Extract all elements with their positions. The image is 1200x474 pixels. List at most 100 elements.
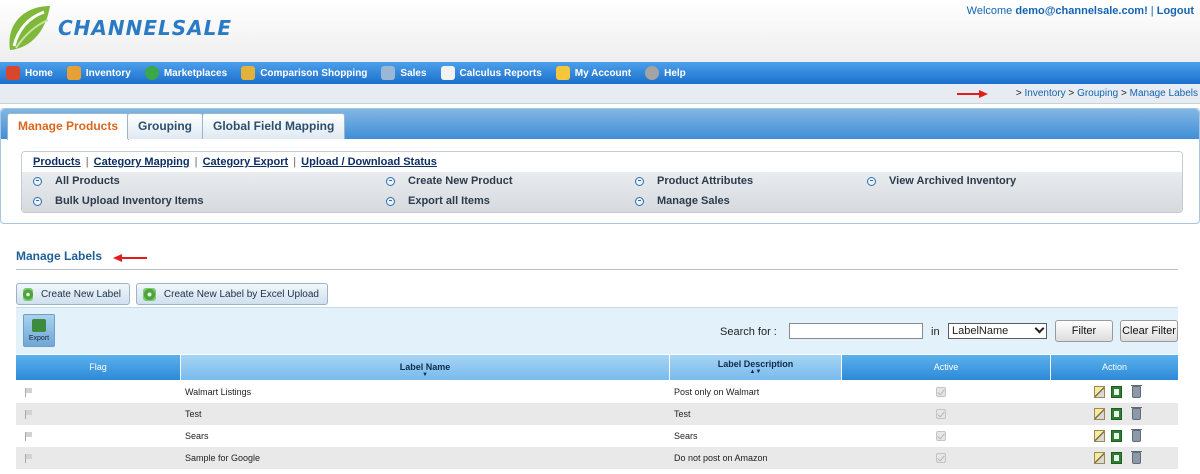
red-arrow-icon <box>113 254 147 262</box>
flag-icon[interactable] <box>25 410 33 419</box>
subitem-all-products[interactable]: All Products <box>33 175 120 187</box>
nav-label: Marketplaces <box>163 67 228 79</box>
channelsale-logo[interactable]: CHANNELSALE <box>6 4 236 56</box>
nav-item-sales[interactable]: Sales <box>381 66 427 80</box>
app-header: CHANNELSALE Welcome demo@channelsale.com… <box>0 0 1200 62</box>
subitem-label: Create New Product <box>408 175 513 187</box>
flag-icon[interactable] <box>25 432 33 441</box>
edit-icon[interactable] <box>1094 430 1105 442</box>
cell-label-description: Post only on Walmart <box>674 387 760 397</box>
main-nav: Home Inventory Marketplaces Comparison S… <box>0 62 1200 84</box>
arrow-circle-icon <box>867 176 876 186</box>
logo-text: CHANNELSALE <box>58 16 233 40</box>
breadcrumb-inventory[interactable]: Inventory <box>1025 88 1066 99</box>
excel-icon[interactable] <box>1111 452 1122 464</box>
trash-icon[interactable] <box>1131 385 1142 398</box>
help-icon <box>645 66 660 80</box>
search-field-select[interactable]: LabelName <box>948 323 1047 339</box>
nav-item-inventory[interactable]: Inventory <box>66 66 131 80</box>
tab-manage-products[interactable]: Manage Products <box>7 113 130 140</box>
header-flag[interactable]: Flag <box>16 355 181 380</box>
flag-icon[interactable] <box>25 388 33 397</box>
welcome-prefix: Welcome <box>966 5 1016 17</box>
table-header: Flag Label Name ▼ Label Description ▲▼ A… <box>16 355 1178 380</box>
nav-label: Sales <box>400 67 427 79</box>
trash-icon[interactable] <box>1131 451 1142 464</box>
header-label-name[interactable]: Label Name ▼ <box>181 355 670 380</box>
sublink-products[interactable]: Products <box>33 156 81 168</box>
edit-icon[interactable] <box>1094 408 1105 420</box>
subitem-manage-sales[interactable]: Manage Sales <box>635 195 730 207</box>
cell-label-name: Sample for Google <box>185 453 261 463</box>
subitem-label: View Archived Inventory <box>889 175 1017 187</box>
sort-down-icon: ▼ <box>422 372 428 378</box>
chart-icon <box>440 66 455 80</box>
table-row: Sears Sears <box>16 425 1178 447</box>
sublink-upload-download-status[interactable]: Upload / Download Status <box>301 156 437 168</box>
clear-filter-button[interactable]: Clear Filter <box>1120 320 1178 342</box>
subitem-create-new-product[interactable]: Create New Product <box>386 175 513 187</box>
cell-label-name: Test <box>185 409 202 419</box>
submenu-links: Products | Category Mapping | Category E… <box>22 152 1182 172</box>
subitem-export-all-items[interactable]: Export all Items <box>386 195 490 207</box>
excel-icon[interactable] <box>1111 408 1122 420</box>
logout-link[interactable]: Logout <box>1157 5 1194 17</box>
create-label-excel-button[interactable]: Create New Label by Excel Upload <box>136 283 328 305</box>
subitem-product-attributes[interactable]: Product Attributes <box>635 175 753 187</box>
tab-global-field-mapping[interactable]: Global Field Mapping <box>202 113 346 139</box>
sublink-category-export[interactable]: Category Export <box>203 156 289 168</box>
arrow-circle-icon <box>386 176 395 186</box>
nav-item-home[interactable]: Home <box>6 66 53 80</box>
header-label: Label Description <box>717 359 794 369</box>
table-row: Test Test <box>16 403 1178 425</box>
trash-icon[interactable] <box>1131 407 1142 420</box>
add-icon <box>23 287 33 301</box>
active-checkbox[interactable] <box>936 453 946 463</box>
excel-icon[interactable] <box>1111 386 1122 398</box>
subitem-label: Bulk Upload Inventory Items <box>55 195 204 207</box>
excel-icon[interactable] <box>1111 430 1122 442</box>
export-icon <box>32 319 46 332</box>
sales-icon <box>381 66 396 80</box>
user-email-link[interactable]: demo@channelsale.com! <box>1015 5 1147 17</box>
header-label: Label Name <box>399 362 451 372</box>
sublink-category-mapping[interactable]: Category Mapping <box>94 156 190 168</box>
subitem-view-archived-inventory[interactable]: View Archived Inventory <box>867 175 1016 187</box>
nav-label: Home <box>25 67 53 79</box>
page-title: Manage Labels <box>16 249 103 263</box>
tab-panel: Manage Products Grouping Global Field Ma… <box>0 108 1200 224</box>
create-new-label-button[interactable]: Create New Label <box>16 283 130 305</box>
chevron-down-icon <box>1034 323 1045 334</box>
search-input[interactable] <box>789 323 923 339</box>
cell-label-description: Do not post on Amazon <box>674 453 768 463</box>
flag-icon[interactable] <box>25 454 33 463</box>
cell-label-description: Sears <box>674 431 698 441</box>
filter-button[interactable]: Filter <box>1055 320 1113 342</box>
edit-icon[interactable] <box>1094 452 1105 464</box>
welcome-separator: | <box>1147 5 1157 17</box>
active-checkbox[interactable] <box>936 409 946 419</box>
active-checkbox[interactable] <box>936 387 946 397</box>
export-button[interactable]: Export <box>23 314 55 347</box>
tab-grouping[interactable]: Grouping <box>127 113 203 139</box>
header-active[interactable]: Active <box>842 355 1051 380</box>
export-label: Export <box>28 335 50 342</box>
button-label: Create New Label by Excel Upload <box>163 288 319 300</box>
nav-item-comparison-shopping[interactable]: Comparison Shopping <box>241 66 367 80</box>
breadcrumb-manage-labels[interactable]: Manage Labels <box>1130 88 1198 99</box>
nav-item-my-account[interactable]: My Account <box>555 66 632 80</box>
folder-icon <box>241 66 256 80</box>
edit-icon[interactable] <box>1094 386 1105 398</box>
active-checkbox[interactable] <box>936 431 946 441</box>
trash-icon[interactable] <box>1131 429 1142 442</box>
header-label-description[interactable]: Label Description ▲▼ <box>670 355 842 380</box>
nav-item-help[interactable]: Help <box>645 66 686 80</box>
breadcrumb-grouping[interactable]: Grouping <box>1077 88 1118 99</box>
breadcrumb: > Inventory > Grouping > Manage Labels <box>1016 88 1198 99</box>
nav-item-marketplaces[interactable]: Marketplaces <box>144 66 228 80</box>
subitem-bulk-upload[interactable]: Bulk Upload Inventory Items <box>33 195 204 207</box>
breadcrumb-separator: > <box>1065 88 1078 99</box>
subitem-label: All Products <box>55 175 120 187</box>
nav-label: My Account <box>574 67 632 79</box>
nav-item-calculus-reports[interactable]: Calculus Reports <box>440 66 542 80</box>
